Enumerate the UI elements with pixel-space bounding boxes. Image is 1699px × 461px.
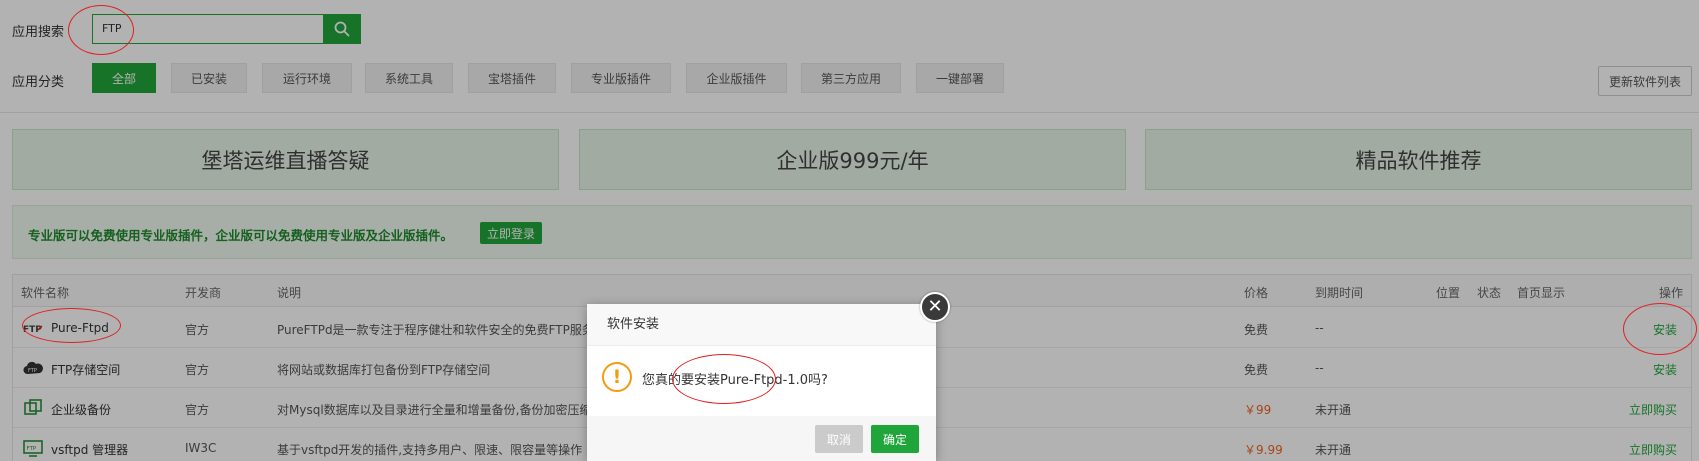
annotation-circle-install bbox=[1623, 303, 1697, 355]
plugin-store-page: 应用搜索 FTP 应用分类 全部 已安装 运行环境 系统工具 宝塔插件 专业版插… bbox=[0, 0, 1699, 461]
cancel-button[interactable]: 取消 bbox=[815, 425, 863, 453]
close-icon[interactable]: ✕ bbox=[920, 292, 950, 322]
annotation-circle-dialog-message bbox=[672, 354, 776, 404]
annotation-circle-search bbox=[68, 5, 134, 55]
confirm-button[interactable]: 确定 bbox=[871, 425, 919, 453]
warning-icon: ! bbox=[602, 362, 632, 392]
dialog-title: 软件安装 bbox=[587, 304, 936, 346]
annotation-circle-pure-ftpd bbox=[22, 308, 121, 343]
dialog-footer: 取消 确定 bbox=[587, 416, 936, 461]
